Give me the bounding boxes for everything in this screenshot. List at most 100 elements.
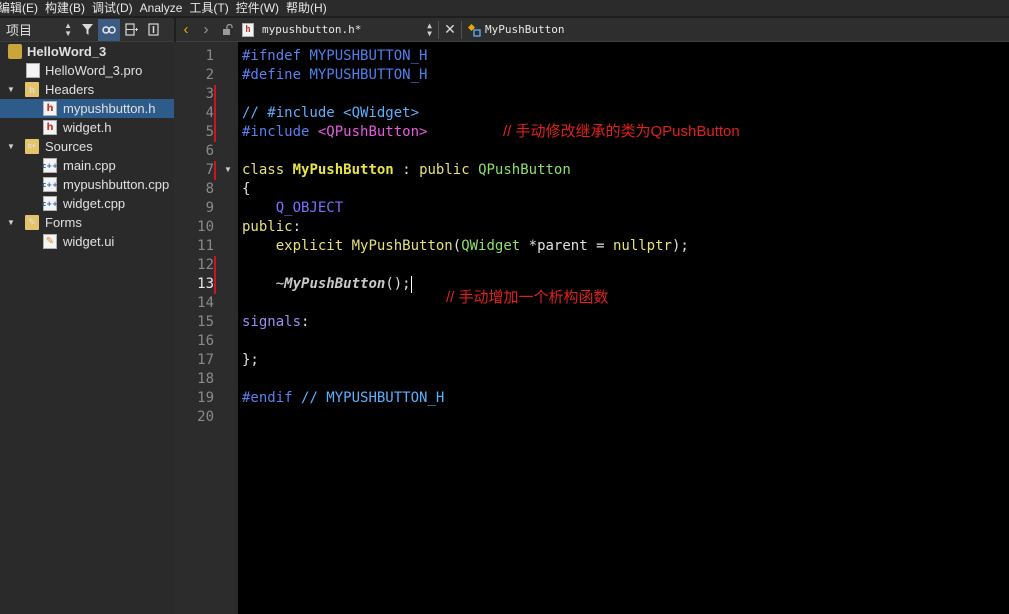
sources-folder-icon: c+	[25, 139, 39, 154]
code-line-17: };	[242, 351, 259, 370]
header-file-icon: h	[242, 22, 254, 37]
line-number: 2	[205, 67, 214, 83]
project-panel-toolbar: 项目 ▲ ▼	[0, 18, 174, 42]
tree-item-widget-cpp[interactable]: c++ widget.cpp	[0, 194, 174, 213]
token: :	[292, 219, 302, 235]
token: Q_OBJECT	[275, 200, 344, 216]
token: #include	[242, 124, 310, 140]
tree-item-label: Headers	[45, 82, 95, 97]
split-icon[interactable]	[120, 19, 142, 41]
filter-icon[interactable]	[76, 19, 98, 41]
tree-item-label: HelloWord_3	[27, 44, 107, 59]
menu-controls[interactable]: 控件(W)	[230, 0, 286, 16]
header-file-icon: h	[43, 120, 57, 135]
tree-item-label: main.cpp	[63, 158, 116, 173]
token: MyPushButton	[292, 162, 394, 178]
change-marker	[214, 123, 216, 142]
menu-help[interactable]: 帮助(H)	[280, 0, 334, 16]
tree-item-label: widget.h	[63, 120, 112, 135]
token: MYPUSHBUTTON_H	[309, 48, 428, 64]
token: MyPushButton	[351, 238, 453, 254]
tree-item-label: widget.cpp	[63, 196, 126, 211]
token: #define	[242, 67, 302, 83]
tree-item-sources[interactable]: ▼ c+ Sources	[0, 137, 174, 156]
expand-arrow-icon[interactable]: ▼	[7, 218, 15, 227]
menu-tools[interactable]: 工具(T)	[183, 0, 235, 16]
line-number: 17	[197, 352, 214, 368]
symbol-selector[interactable]: MyPushButton	[462, 23, 564, 37]
expand-arrow-icon[interactable]: ▼	[7, 142, 15, 151]
token: public	[242, 219, 293, 235]
line-number: 14	[197, 295, 214, 311]
change-marker	[214, 256, 216, 275]
menu-build[interactable]: 构建(B)	[39, 0, 92, 16]
line-number: 16	[197, 333, 214, 349]
back-arrow-icon[interactable]: ‹	[176, 19, 196, 41]
line-number: 4	[205, 105, 214, 121]
change-marker	[214, 161, 216, 180]
text-cursor	[410, 275, 412, 293]
tree-item-main-cpp[interactable]: c++ main.cpp	[0, 156, 174, 175]
tree-item-mypushbutton-h[interactable]: h mypushbutton.h	[0, 99, 174, 118]
close-sidebar-icon[interactable]	[142, 19, 164, 41]
headers-folder-icon: h	[25, 82, 39, 97]
cpp-file-icon: c++	[42, 177, 58, 192]
tree-item-forms[interactable]: ▼ ✎ Forms	[0, 213, 174, 232]
line-number: 10	[197, 219, 214, 235]
line-number: 20	[197, 409, 214, 425]
token: nullptr	[612, 238, 672, 254]
tree-item-mypushbutton-cpp[interactable]: c++ mypushbutton.cpp	[0, 175, 174, 194]
open-documents-selector[interactable]: h mypushbutton.h* ▲ ▼	[238, 19, 438, 41]
token: // #include <QWidget>	[242, 105, 420, 121]
change-marker	[214, 275, 216, 294]
code-line-9: Q_OBJECT	[242, 199, 343, 218]
token: :	[402, 162, 411, 178]
tree-item-widget-ui[interactable]: ✎ widget.ui	[0, 232, 174, 251]
tree-item-label: HelloWord_3.pro	[45, 63, 143, 78]
menu-bar: 编辑(E) 构建(B) 调试(D) Analyze 工具(T) 控件(W) 帮助…	[0, 0, 1009, 16]
tree-item-pro-file[interactable]: HelloWord_3.pro	[0, 61, 174, 80]
panel-selector-label: 项目	[6, 23, 33, 38]
code-line-5: #include <QPushButton>	[242, 123, 427, 142]
menu-debug[interactable]: 调试(D)	[86, 0, 140, 16]
tree-item-project[interactable]: ▼ HelloWord_3	[0, 42, 174, 61]
token: signals	[242, 314, 302, 330]
pro-file-icon	[26, 63, 40, 78]
tree-item-label: widget.ui	[63, 234, 115, 249]
line-number: 3	[205, 86, 214, 102]
change-marker	[214, 104, 216, 123]
fold-arrow-icon[interactable]: ▼	[224, 165, 232, 174]
link-icon[interactable]	[98, 18, 120, 41]
menu-analyze[interactable]: Analyze	[134, 0, 190, 16]
open-document-name: mypushbutton.h*	[262, 23, 362, 36]
tree-item-headers[interactable]: ▼ h Headers	[0, 80, 174, 99]
class-symbol-icon	[467, 23, 482, 37]
line-number-current: 13	[197, 276, 214, 292]
editor-toolbar: ‹ › h mypushbutton.h* ▲ ▼ ✕ MyPushButton	[176, 18, 1009, 42]
line-number: 18	[197, 371, 214, 387]
code-line-11: explicit MyPushButton(QWidget *parent = …	[242, 237, 689, 256]
panel-selector[interactable]: 项目 ▲ ▼	[0, 19, 76, 41]
qt-project-icon	[8, 44, 22, 59]
token: QWidget	[461, 238, 521, 254]
line-number: 11	[197, 238, 214, 254]
token: // MYPUSHBUTTON_H	[301, 390, 445, 406]
token: QPushButton	[478, 162, 571, 178]
ui-file-icon: ✎	[43, 234, 57, 249]
token: );	[671, 238, 689, 254]
code-line-1: #ifndef MYPUSHBUTTON_H	[242, 47, 427, 66]
close-document-icon[interactable]: ✕	[439, 21, 461, 38]
tree-item-label: Forms	[45, 215, 82, 230]
forms-folder-icon: ✎	[25, 215, 39, 230]
line-number: 6	[205, 143, 214, 159]
change-marker	[214, 85, 216, 104]
token: {	[242, 181, 251, 197]
tree-item-widget-h[interactable]: h widget.h	[0, 118, 174, 137]
line-number: 15	[197, 314, 214, 330]
token: };	[242, 352, 259, 368]
unlock-icon[interactable]	[216, 23, 238, 36]
line-number: 19	[197, 390, 214, 406]
expand-arrow-icon[interactable]: ▼	[7, 85, 15, 94]
forward-arrow-icon[interactable]: ›	[196, 19, 216, 41]
cpp-file-icon: c++	[42, 158, 58, 173]
